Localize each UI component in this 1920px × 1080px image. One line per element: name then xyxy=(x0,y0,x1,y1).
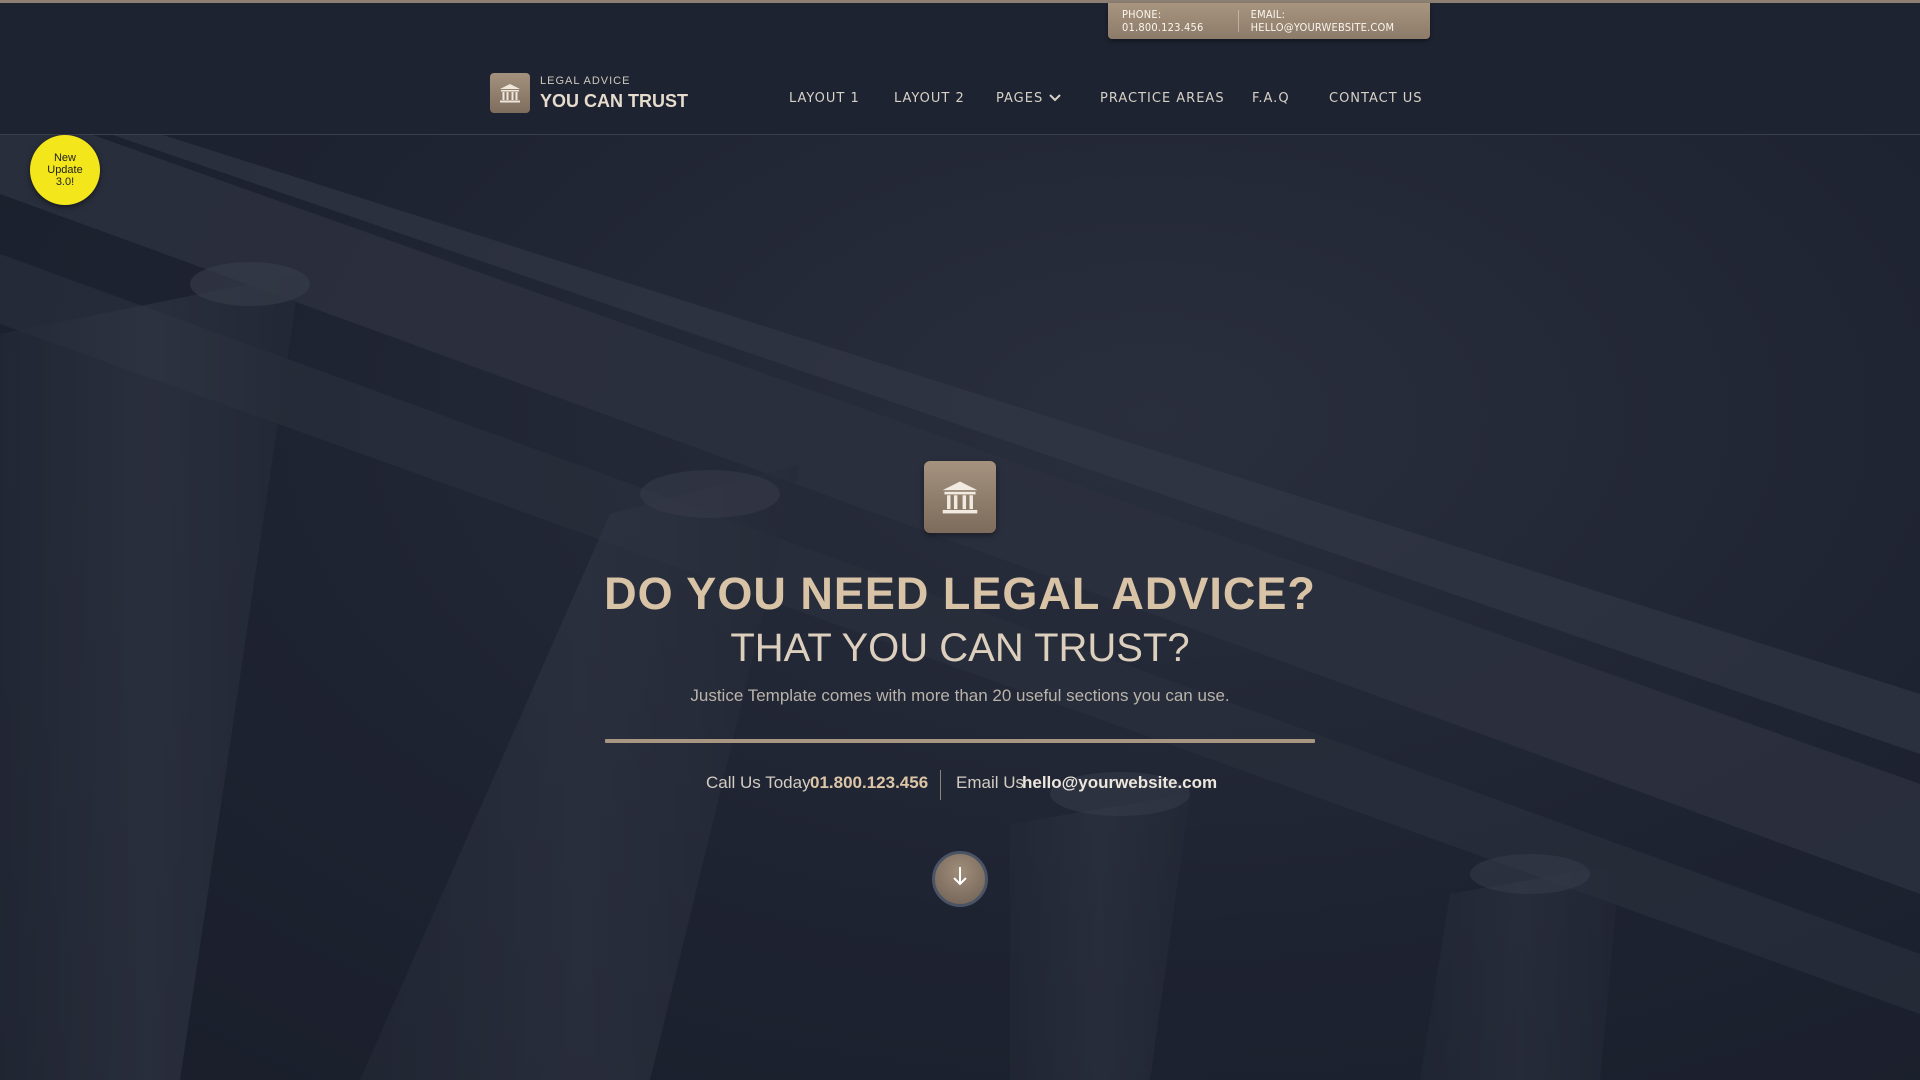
hero-headline: DO YOU NEED LEGAL ADVICE? xyxy=(604,568,1316,619)
nav-item-layout-1[interactable]: LAYOUT 1 xyxy=(789,91,860,106)
logo-tagline: LEGAL ADVICE xyxy=(540,74,631,87)
scroll-down-button[interactable] xyxy=(932,851,988,907)
email-us-address[interactable]: hello@yourwebsite.com xyxy=(1022,773,1217,793)
hero-subheadline: THAT YOU CAN TRUST? xyxy=(730,626,1190,670)
chevron-down-icon xyxy=(1049,91,1061,106)
nav-item-practice-areas[interactable]: PRACTICE AREAS xyxy=(1100,91,1225,106)
arrow-down-icon xyxy=(951,865,969,894)
nav-item-contact-us[interactable]: CONTACT US xyxy=(1329,91,1423,106)
call-us-label: Call Us Today xyxy=(706,773,811,792)
hero-tagline: Justice Template comes with more than 20… xyxy=(690,686,1230,705)
nav-item-layout-2[interactable]: LAYOUT 2 xyxy=(894,91,965,106)
nav-item-faq[interactable]: F.A.Q xyxy=(1252,91,1290,106)
contact-strip: PHONE: 01.800.123.456 EMAIL: HELLO@YOURW… xyxy=(1108,3,1430,39)
topbar-email[interactable]: EMAIL: HELLO@YOURWEBSITE.COM xyxy=(1251,8,1430,34)
new-update-badge[interactable]: New Update 3.0! xyxy=(30,135,100,205)
hero-divider xyxy=(605,739,1315,743)
contact-row: Call Us Today 01.800.123.456 Email Us he… xyxy=(0,770,1920,800)
site-header xyxy=(0,3,1920,135)
nav-item-pages-label: PAGES xyxy=(996,91,1044,106)
courthouse-icon xyxy=(924,461,996,533)
badge-line-2: Update xyxy=(47,164,83,176)
contact-divider xyxy=(940,770,941,800)
topbar-divider xyxy=(1237,10,1239,32)
call-us-phone[interactable]: 01.800.123.456 xyxy=(810,773,928,793)
badge-line-1: New xyxy=(53,152,76,164)
email-us-label: Email Us xyxy=(956,773,1025,792)
main-nav: LAYOUT 1 LAYOUT 2 PAGES PRACTICE AREAS F… xyxy=(0,91,1920,111)
nav-item-pages[interactable]: PAGES xyxy=(996,91,1061,106)
topbar-phone[interactable]: PHONE: 01.800.123.456 xyxy=(1108,8,1236,34)
badge-line-3: 3.0! xyxy=(55,176,75,188)
